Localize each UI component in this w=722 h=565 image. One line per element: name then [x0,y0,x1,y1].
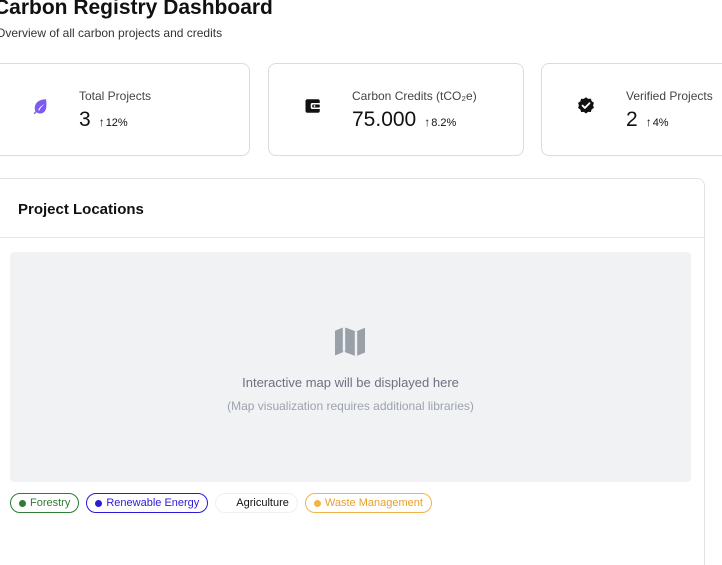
legend-label: Agriculture [236,497,289,509]
stat-value: 75.000 [352,108,417,131]
stat-change: ↑ 12% [98,115,128,129]
page-title: Carbon Registry Dashboard [0,0,273,19]
legend-label: Renewable Energy [106,497,200,509]
legend-chip-agriculture[interactable]: Agriculture [215,493,298,513]
legend-dot [313,499,321,507]
legend-label: Waste Management [324,497,423,509]
stat-value: 2 [626,108,638,131]
map-placeholder-area[interactable]: Interactive map will be displayed here (… [10,252,691,482]
legend-chip-renewable-energy[interactable]: Renewable Energy [86,493,209,513]
stat-value: 3 [79,108,91,131]
stat-card-total-projects: Total Projects 3 ↑ 12% [0,63,250,156]
legend-label: Forestry [30,497,71,509]
map-placeholder-text: Interactive map will be displayed here [242,375,459,390]
map-icon [332,324,368,360]
stat-card-verified-projects: Verified Projects 2 ↑ 4% [541,63,722,156]
wallet-icon [302,95,324,117]
stat-label: Carbon Credits (tCO₂e) [352,89,477,103]
legend-dot [95,499,103,507]
project-type-legend: Forestry Renewable Energy Agriculture Wa… [10,493,432,513]
legend-chip-waste-management[interactable]: Waste Management [304,493,432,513]
project-locations-panel: Project Locations Interactive map will b… [0,178,705,565]
verified-badge-icon [575,95,597,117]
legend-chip-forestry[interactable]: Forestry [10,493,80,513]
stat-label: Verified Projects [626,89,713,103]
stat-change: ↑ 4% [645,115,669,129]
panel-title: Project Locations [18,201,144,218]
divider [0,237,704,238]
arrow-up-icon: ↑ [424,115,431,129]
page-subtitle: Overview of all carbon projects and cred… [0,26,223,40]
stat-change: ↑ 8.2% [424,115,457,129]
stat-label: Total Projects [79,89,152,103]
map-note-text: (Map visualization requires additional l… [227,399,474,413]
leaf-icon [29,95,51,117]
legend-dot [19,499,26,507]
arrow-up-icon: ↑ [645,115,652,129]
arrow-up-icon: ↑ [98,115,105,129]
dashboard-page: Carbon Registry Dashboard Overview of al… [0,0,722,565]
stat-card-carbon-credits: Carbon Credits (tCO₂e) 75.000 ↑ 8.2% [268,63,524,156]
